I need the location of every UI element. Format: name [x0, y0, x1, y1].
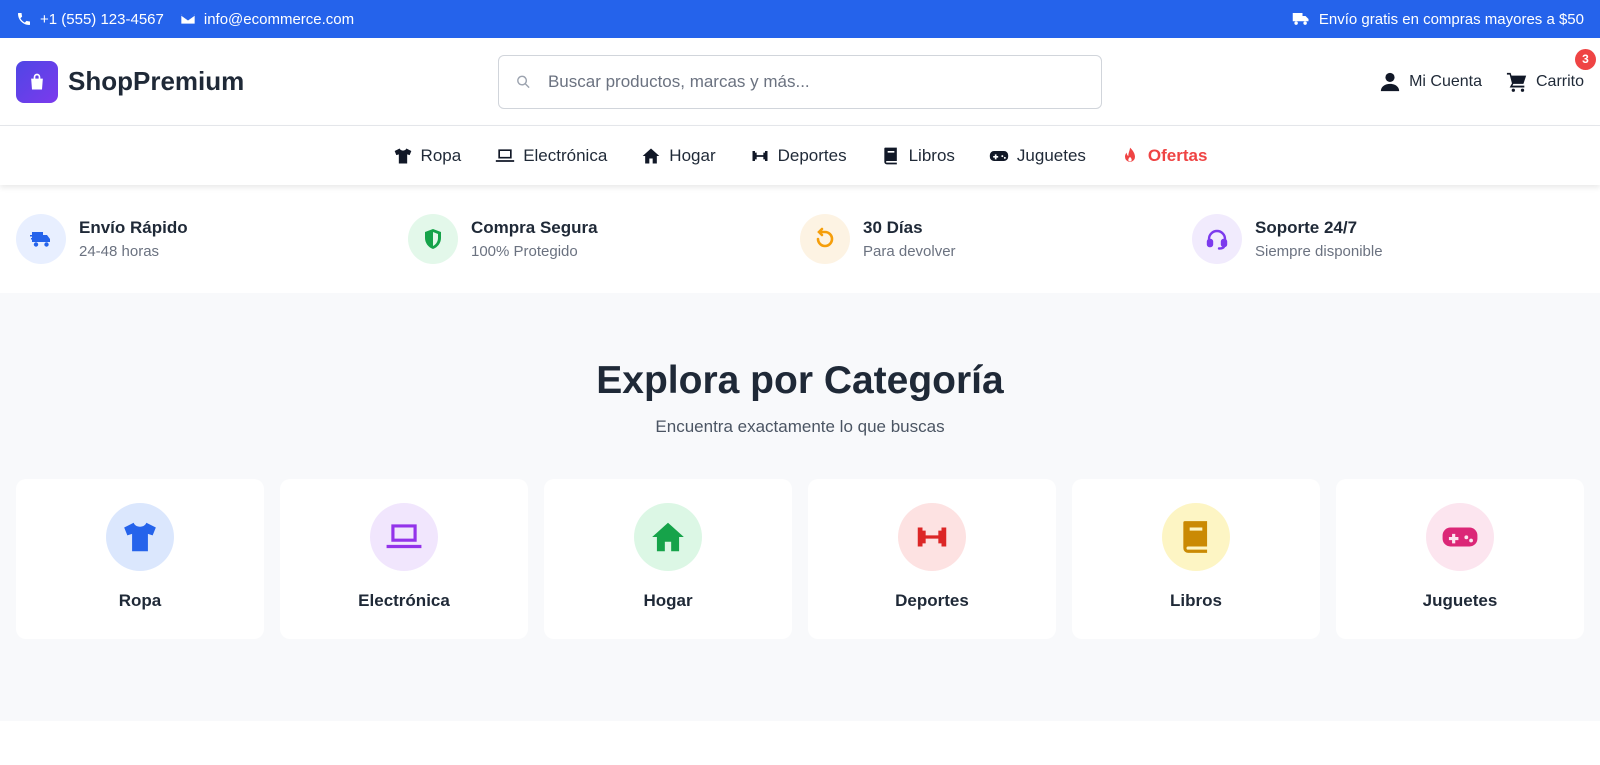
home-icon — [642, 148, 660, 163]
truck-icon — [1292, 13, 1309, 25]
feature-returns: 30 Días Para devolver — [800, 214, 1192, 264]
gamepad-icon — [1426, 503, 1494, 571]
search-input[interactable] — [547, 71, 1085, 92]
laptop-icon — [370, 503, 438, 571]
nav-item-deportes[interactable]: Deportes — [750, 146, 847, 166]
nav-label: Ofertas — [1147, 145, 1208, 165]
main-header: ShopPremium Mi Cuenta Carrito 3 — [0, 38, 1600, 126]
book-icon — [883, 147, 897, 164]
category-card-juguetes[interactable]: Juguetes — [1336, 479, 1584, 639]
nav-label: Ropa — [420, 145, 462, 165]
feature-title: Compra Segura — [471, 218, 598, 237]
headset-icon — [1192, 214, 1242, 264]
fire-icon — [1124, 147, 1135, 162]
category-card-electronica[interactable]: Electrónica — [280, 479, 528, 639]
feature-support: Soporte 24/7 Siempre disponible — [1192, 214, 1584, 264]
nav-item-juguetes[interactable]: Juguetes — [989, 146, 1086, 166]
book-icon — [1162, 503, 1230, 571]
feature-title: 30 Días — [863, 218, 923, 237]
dumbbell-icon — [752, 150, 768, 161]
envelope-icon — [180, 14, 195, 24]
feature-subtitle: Siempre disponible — [1255, 243, 1383, 260]
feature-subtitle: Para devolver — [863, 243, 956, 260]
nav-item-hogar[interactable]: Hogar — [641, 145, 716, 166]
category-cards: Ropa Electrónica Hogar Deportes Libros J… — [0, 479, 1600, 639]
laptop-icon — [496, 148, 515, 162]
features-bar: Envío Rápido 24-48 horas Compra Segura 1… — [0, 185, 1600, 293]
top-bar: +1 (555) 123-4567 info@ecommerce.com Env… — [0, 0, 1600, 38]
nav-item-ropa[interactable]: Ropa — [393, 145, 462, 166]
feature-title: Soporte 24/7 — [1255, 218, 1358, 237]
shield-icon — [408, 214, 458, 264]
dumbbell-icon — [898, 503, 966, 571]
category-card-libros[interactable]: Libros — [1072, 479, 1320, 639]
email-address: info@ecommerce.com — [203, 10, 355, 28]
nav-item-electronica[interactable]: Electrónica — [495, 146, 607, 166]
account-area: Mi Cuenta Carrito 3 — [1124, 48, 1596, 93]
category-label: Ropa — [118, 591, 162, 610]
truck-icon — [16, 214, 66, 264]
category-card-deportes[interactable]: Deportes — [808, 479, 1056, 639]
nav-label: Deportes — [777, 145, 847, 165]
my-account-link[interactable]: Mi Cuenta — [1379, 71, 1482, 93]
search-bar[interactable] — [498, 54, 1102, 109]
section-subtitle: Encuentra exactamente lo que buscas — [655, 417, 945, 436]
user-icon — [1380, 72, 1400, 91]
cart-icon — [1506, 72, 1527, 92]
phone-icon — [18, 13, 30, 25]
nav-label: Juguetes — [1016, 145, 1086, 165]
return-icon — [800, 214, 850, 264]
feature-title: Envío Rápido — [79, 218, 188, 237]
feature-subtitle: 100% Protegido — [471, 243, 578, 260]
home-icon — [634, 503, 702, 571]
brand-logo[interactable]: ShopPremium — [16, 60, 476, 103]
search-icon — [517, 75, 530, 88]
category-label: Electrónica — [358, 591, 450, 610]
feature-subtitle: 24-48 horas — [79, 243, 160, 260]
phone-number: +1 (555) 123-4567 — [40, 10, 164, 28]
category-label: Hogar — [643, 591, 693, 610]
feature-secure-purchase: Compra Segura 100% Protegido — [408, 214, 800, 264]
shirt-icon — [106, 503, 174, 571]
nav-label: Libros — [908, 145, 955, 165]
category-label: Deportes — [895, 591, 969, 610]
cart-count-badge: 3 — [1575, 48, 1596, 70]
gamepad-icon — [989, 150, 1009, 161]
nav-item-ofertas[interactable]: Ofertas — [1120, 145, 1208, 166]
category-label: Libros — [1170, 591, 1222, 610]
email-link[interactable]: info@ecommerce.com — [180, 11, 354, 28]
category-label: Juguetes — [1422, 591, 1498, 610]
category-card-hogar[interactable]: Hogar — [544, 479, 792, 639]
brand-name: ShopPremium — [68, 66, 245, 96]
feature-fast-shipping: Envío Rápido 24-48 horas — [16, 214, 408, 264]
phone-link[interactable]: +1 (555) 123-4567 — [16, 11, 164, 28]
shipping-notice: Envío gratis en compras mayores a $50 — [1291, 10, 1584, 28]
category-nav: Ropa Electrónica Hogar Deportes Libros J… — [0, 126, 1600, 185]
nav-label: Electrónica — [523, 145, 608, 165]
shopping-bag-icon — [16, 60, 58, 103]
contact-info: +1 (555) 123-4567 info@ecommerce.com — [16, 11, 354, 28]
cart-label: Carrito — [1535, 72, 1584, 90]
account-label: Mi Cuenta — [1409, 72, 1482, 90]
shirt-icon — [394, 148, 411, 163]
nav-label: Hogar — [669, 145, 716, 165]
cart-link[interactable]: Carrito 3 — [1506, 48, 1596, 93]
section-title: Explora por Categoría — [596, 359, 1004, 402]
category-section: Explora por Categoría Encuentra exactame… — [0, 293, 1600, 721]
nav-item-libros[interactable]: Libros — [881, 146, 955, 166]
category-card-ropa[interactable]: Ropa — [16, 479, 264, 639]
shipping-notice-text: Envío gratis en compras mayores a $50 — [1318, 10, 1584, 28]
